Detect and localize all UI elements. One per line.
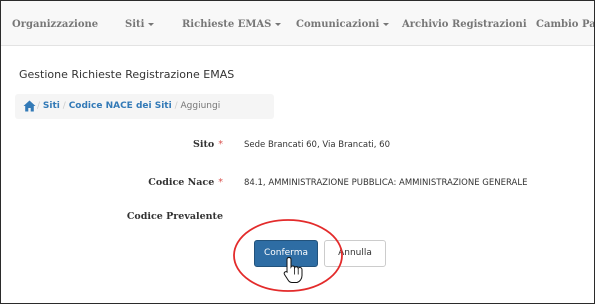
nav-richieste-emas[interactable]: Richieste EMAS bbox=[182, 19, 282, 30]
app-window: Organizzazione Siti Richieste EMAS Comun… bbox=[0, 0, 595, 304]
nav-archivio-registrazioni[interactable]: Archivio Registrazioni bbox=[402, 19, 527, 30]
nav-cambio-password[interactable]: Cambio Pa bbox=[536, 19, 594, 30]
nav-comunicazioni[interactable]: Comunicazioni bbox=[296, 19, 390, 30]
breadcrumb-siti[interactable]: Siti bbox=[43, 101, 60, 111]
nav-richieste-emas-label: Richieste EMAS bbox=[182, 19, 272, 30]
nav-siti[interactable]: Siti bbox=[125, 19, 155, 30]
required-marker: * bbox=[218, 177, 223, 188]
breadcrumb-aggiungi: Aggiungi bbox=[180, 101, 221, 111]
nav-organizzazione[interactable]: Organizzazione bbox=[12, 19, 98, 30]
breadcrumb: / Siti / Codice NACE dei Siti / Aggiungi bbox=[15, 94, 274, 119]
value-sito: Sede Brancati 60, Via Brancati, 60 bbox=[244, 140, 390, 150]
cancel-button[interactable]: Annulla bbox=[324, 240, 386, 267]
required-marker: * bbox=[218, 139, 223, 150]
nav-siti-label: Siti bbox=[125, 19, 145, 30]
breadcrumb-separator: / bbox=[174, 101, 178, 111]
label-codice-prevalente-text: Codice Prevalente bbox=[126, 211, 223, 222]
label-codice-nace: Codice Nace * bbox=[148, 177, 223, 188]
breadcrumb-separator: / bbox=[37, 101, 41, 111]
page-title: Gestione Richieste Registrazione EMAS bbox=[19, 68, 235, 81]
hand-cursor-icon bbox=[283, 256, 303, 283]
chevron-down-icon bbox=[383, 23, 390, 26]
chevron-down-icon bbox=[148, 23, 155, 26]
label-sito: Sito * bbox=[193, 139, 223, 150]
label-codice-prevalente: Codice Prevalente bbox=[127, 211, 223, 222]
chevron-down-icon bbox=[275, 23, 282, 26]
home-icon[interactable] bbox=[23, 100, 36, 112]
nav-comunicazioni-label: Comunicazioni bbox=[296, 19, 380, 30]
label-codice-nace-text: Codice Nace bbox=[148, 177, 215, 188]
top-navbar: Organizzazione Siti Richieste EMAS Comun… bbox=[1, 1, 594, 46]
breadcrumb-separator: / bbox=[62, 101, 66, 111]
breadcrumb-codice-nace[interactable]: Codice NACE dei Siti bbox=[69, 101, 172, 111]
label-sito-text: Sito bbox=[193, 139, 215, 150]
value-codice-nace: 84.1, AMMINISTRAZIONE PUBBLICA: AMMINIST… bbox=[244, 178, 528, 188]
